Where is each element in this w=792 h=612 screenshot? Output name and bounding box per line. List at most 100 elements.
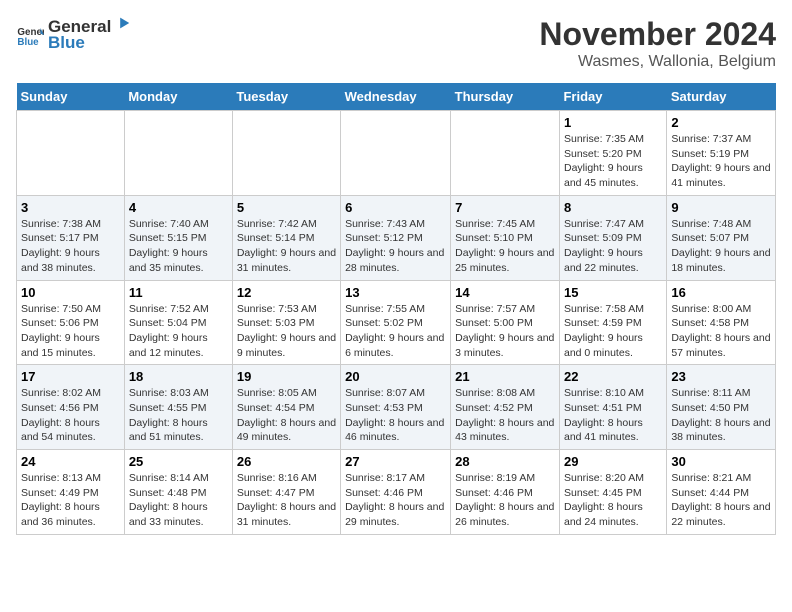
page-subtitle: Wasmes, Wallonia, Belgium: [539, 53, 776, 71]
day-number: 19: [237, 369, 336, 384]
calendar-cell: [341, 111, 451, 196]
day-info: Sunrise: 7:40 AM Sunset: 5:15 PM Dayligh…: [129, 217, 228, 276]
day-info: Sunrise: 7:38 AM Sunset: 5:17 PM Dayligh…: [21, 217, 120, 276]
calendar-cell: 11 Sunrise: 7:52 AM Sunset: 5:04 PM Dayli…: [124, 280, 232, 365]
calendar-cell: 23 Sunrise: 8:11 AM Sunset: 4:50 PM Dayli…: [667, 365, 776, 450]
day-info: Sunrise: 8:16 AM Sunset: 4:47 PM Dayligh…: [237, 471, 336, 530]
calendar-cell: 2Sunrise: 7:37 AM Sunset: 5:19 PM Daylig…: [667, 111, 776, 196]
calendar-cell: [451, 111, 560, 196]
calendar-cell: 28 Sunrise: 8:19 AM Sunset: 4:46 PM Dayli…: [451, 450, 560, 535]
calendar-cell: 20 Sunrise: 8:07 AM Sunset: 4:53 PM Dayli…: [341, 365, 451, 450]
day-number: 30: [671, 454, 771, 469]
day-info: Sunrise: 8:20 AM Sunset: 4:45 PM Dayligh…: [564, 471, 662, 530]
calendar-cell: 17 Sunrise: 8:02 AM Sunset: 4:56 PM Dayli…: [17, 365, 125, 450]
calendar-cell: 15Sunrise: 7:58 AM Sunset: 4:59 PM Dayli…: [559, 280, 666, 365]
logo-arrow-icon: [113, 14, 131, 32]
weekday-header-friday: Friday: [559, 83, 666, 111]
calendar-cell: [232, 111, 340, 196]
calendar-cell: 25Sunrise: 8:14 AM Sunset: 4:48 PM Dayli…: [124, 450, 232, 535]
logo: General Blue General Blue: [16, 16, 131, 53]
week-row-3: 10 Sunrise: 7:50 AM Sunset: 5:06 PM Dayli…: [17, 280, 776, 365]
day-number: 10: [21, 285, 120, 300]
day-number: 5: [237, 200, 336, 215]
week-row-1: 1 Sunrise: 7:35 AM Sunset: 5:20 PM Daylig…: [17, 111, 776, 196]
weekday-header-monday: Monday: [124, 83, 232, 111]
calendar-cell: 12 Sunrise: 7:53 AM Sunset: 5:03 PM Dayli…: [232, 280, 340, 365]
day-info: Sunrise: 7:52 AM Sunset: 5:04 PM Dayligh…: [129, 302, 228, 361]
week-row-5: 24Sunrise: 8:13 AM Sunset: 4:49 PM Dayli…: [17, 450, 776, 535]
day-number: 25: [129, 454, 228, 469]
day-number: 23: [671, 369, 771, 384]
calendar-header-row: SundayMondayTuesdayWednesdayThursdayFrid…: [17, 83, 776, 111]
calendar-cell: 19 Sunrise: 8:05 AM Sunset: 4:54 PM Dayli…: [232, 365, 340, 450]
calendar-cell: 6Sunrise: 7:43 AM Sunset: 5:12 PM Daylig…: [341, 195, 451, 280]
svg-text:Blue: Blue: [17, 36, 39, 47]
weekday-header-sunday: Sunday: [17, 83, 125, 111]
calendar-cell: 5 Sunrise: 7:42 AM Sunset: 5:14 PM Daylig…: [232, 195, 340, 280]
calendar-cell: [17, 111, 125, 196]
day-info: Sunrise: 7:42 AM Sunset: 5:14 PM Dayligh…: [237, 217, 336, 276]
day-number: 22: [564, 369, 662, 384]
calendar-cell: 22Sunrise: 8:10 AM Sunset: 4:51 PM Dayli…: [559, 365, 666, 450]
calendar-cell: 26 Sunrise: 8:16 AM Sunset: 4:47 PM Dayli…: [232, 450, 340, 535]
day-number: 1: [564, 115, 662, 130]
day-number: 29: [564, 454, 662, 469]
logo-icon: General Blue: [16, 21, 44, 49]
day-info: Sunrise: 7:53 AM Sunset: 5:03 PM Dayligh…: [237, 302, 336, 361]
calendar-cell: 10 Sunrise: 7:50 AM Sunset: 5:06 PM Dayli…: [17, 280, 125, 365]
calendar-cell: 9Sunrise: 7:48 AM Sunset: 5:07 PM Daylig…: [667, 195, 776, 280]
day-info: Sunrise: 7:57 AM Sunset: 5:00 PM Dayligh…: [455, 302, 555, 361]
day-info: Sunrise: 7:45 AM Sunset: 5:10 PM Dayligh…: [455, 217, 555, 276]
weekday-header-thursday: Thursday: [451, 83, 560, 111]
day-info: Sunrise: 8:11 AM Sunset: 4:50 PM Dayligh…: [671, 386, 771, 445]
calendar-cell: 8 Sunrise: 7:47 AM Sunset: 5:09 PM Daylig…: [559, 195, 666, 280]
day-number: 17: [21, 369, 120, 384]
day-info: Sunrise: 7:50 AM Sunset: 5:06 PM Dayligh…: [21, 302, 120, 361]
calendar-cell: 30 Sunrise: 8:21 AM Sunset: 4:44 PM Dayli…: [667, 450, 776, 535]
day-number: 27: [345, 454, 446, 469]
day-info: Sunrise: 8:21 AM Sunset: 4:44 PM Dayligh…: [671, 471, 771, 530]
day-info: Sunrise: 7:37 AM Sunset: 5:19 PM Dayligh…: [671, 132, 771, 191]
day-number: 18: [129, 369, 228, 384]
day-number: 3: [21, 200, 120, 215]
weekday-header-wednesday: Wednesday: [341, 83, 451, 111]
day-info: Sunrise: 7:58 AM Sunset: 4:59 PM Dayligh…: [564, 302, 662, 361]
day-info: Sunrise: 7:35 AM Sunset: 5:20 PM Dayligh…: [564, 132, 662, 191]
day-number: 4: [129, 200, 228, 215]
calendar-cell: 13 Sunrise: 7:55 AM Sunset: 5:02 PM Dayli…: [341, 280, 451, 365]
day-number: 8: [564, 200, 662, 215]
calendar-cell: 7Sunrise: 7:45 AM Sunset: 5:10 PM Daylig…: [451, 195, 560, 280]
day-number: 6: [345, 200, 446, 215]
day-info: Sunrise: 8:05 AM Sunset: 4:54 PM Dayligh…: [237, 386, 336, 445]
weekday-header-tuesday: Tuesday: [232, 83, 340, 111]
title-area: November 2024 Wasmes, Wallonia, Belgium: [539, 16, 776, 71]
calendar-cell: 1 Sunrise: 7:35 AM Sunset: 5:20 PM Daylig…: [559, 111, 666, 196]
day-number: 12: [237, 285, 336, 300]
day-number: 26: [237, 454, 336, 469]
day-info: Sunrise: 7:47 AM Sunset: 5:09 PM Dayligh…: [564, 217, 662, 276]
calendar-cell: 14 Sunrise: 7:57 AM Sunset: 5:00 PM Dayli…: [451, 280, 560, 365]
day-info: Sunrise: 8:19 AM Sunset: 4:46 PM Dayligh…: [455, 471, 555, 530]
day-number: 11: [129, 285, 228, 300]
day-info: Sunrise: 8:03 AM Sunset: 4:55 PM Dayligh…: [129, 386, 228, 445]
calendar-cell: 24Sunrise: 8:13 AM Sunset: 4:49 PM Dayli…: [17, 450, 125, 535]
day-info: Sunrise: 7:55 AM Sunset: 5:02 PM Dayligh…: [345, 302, 446, 361]
calendar-cell: 4 Sunrise: 7:40 AM Sunset: 5:15 PM Daylig…: [124, 195, 232, 280]
calendar-cell: 3 Sunrise: 7:38 AM Sunset: 5:17 PM Daylig…: [17, 195, 125, 280]
day-number: 13: [345, 285, 446, 300]
calendar-cell: 16Sunrise: 8:00 AM Sunset: 4:58 PM Dayli…: [667, 280, 776, 365]
day-number: 21: [455, 369, 555, 384]
day-number: 24: [21, 454, 120, 469]
day-info: Sunrise: 7:48 AM Sunset: 5:07 PM Dayligh…: [671, 217, 771, 276]
calendar-cell: [124, 111, 232, 196]
calendar-cell: 18 Sunrise: 8:03 AM Sunset: 4:55 PM Dayli…: [124, 365, 232, 450]
day-info: Sunrise: 8:00 AM Sunset: 4:58 PM Dayligh…: [671, 302, 771, 361]
calendar-cell: 27Sunrise: 8:17 AM Sunset: 4:46 PM Dayli…: [341, 450, 451, 535]
day-info: Sunrise: 8:02 AM Sunset: 4:56 PM Dayligh…: [21, 386, 120, 445]
day-number: 14: [455, 285, 555, 300]
calendar-table: SundayMondayTuesdayWednesdayThursdayFrid…: [16, 83, 776, 535]
day-number: 28: [455, 454, 555, 469]
week-row-4: 17 Sunrise: 8:02 AM Sunset: 4:56 PM Dayli…: [17, 365, 776, 450]
day-number: 20: [345, 369, 446, 384]
day-info: Sunrise: 8:07 AM Sunset: 4:53 PM Dayligh…: [345, 386, 446, 445]
